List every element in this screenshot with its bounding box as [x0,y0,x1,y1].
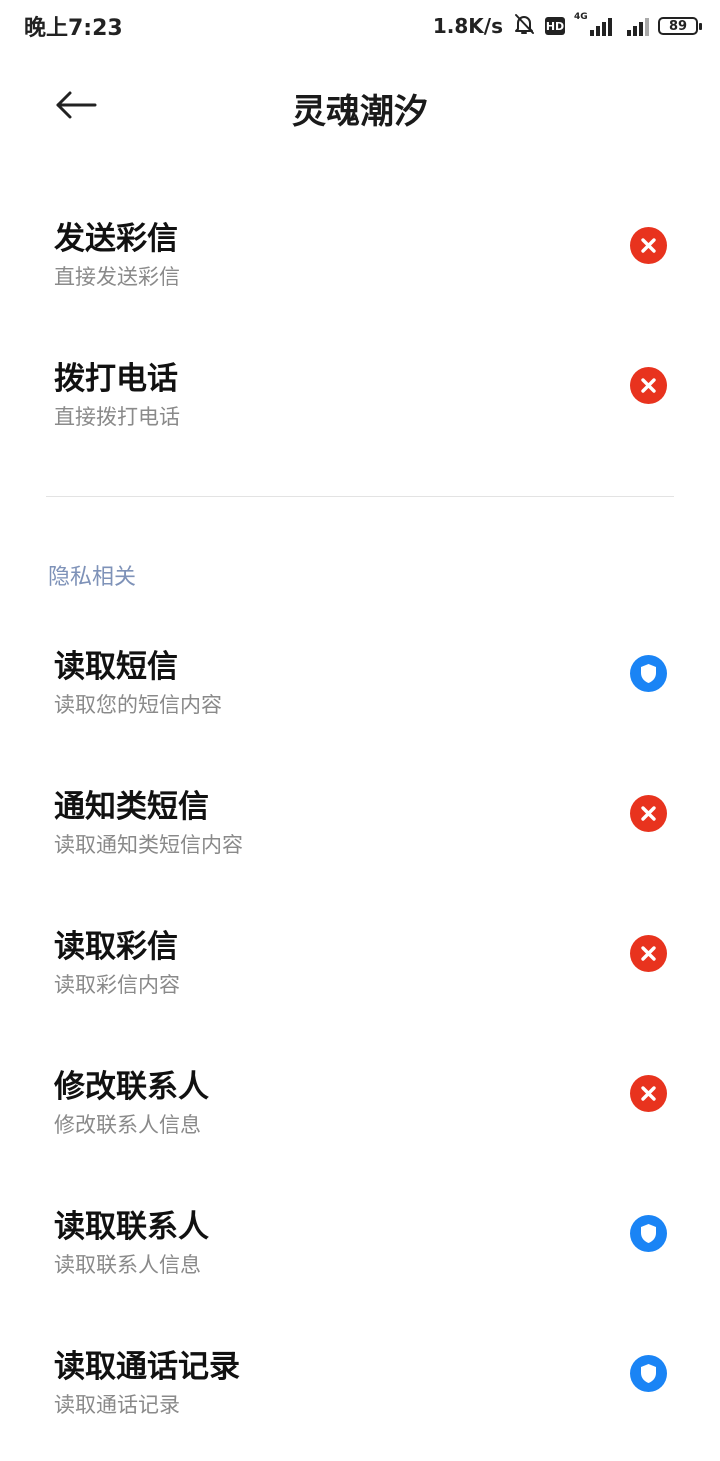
permission-subtitle: 读取彩信内容 [54,973,180,997]
battery-icon: 89 [658,17,702,35]
header: 灵魂潮汐 [0,60,720,150]
shield-icon[interactable] [630,1355,667,1392]
deny-icon[interactable] [630,795,667,832]
permission-item-read-call-log[interactable]: 读取通话记录 读取通话记录 [0,1341,720,1461]
permission-item-make-call[interactable]: 拨打电话 直接拨打电话 [0,353,720,473]
page-title: 灵魂潮汐 [292,92,428,132]
permission-item-modify-contacts[interactable]: 修改联系人 修改联系人信息 [0,1061,720,1181]
permission-subtitle: 直接拨打电话 [54,405,180,429]
section-title-privacy: 隐私相关 [48,565,137,590]
network-generation: 4G [574,12,588,22]
shield-icon[interactable] [630,1215,667,1252]
permission-title: 读取彩信 [54,929,178,965]
deny-icon[interactable] [630,227,667,264]
permission-subtitle: 读取联系人信息 [54,1253,201,1277]
permission-subtitle: 修改联系人信息 [54,1113,201,1137]
network-speed: 1.8K/s [432,14,503,38]
signal-icon-secondary [621,14,649,38]
signal-icon: 4G [574,12,612,38]
permission-subtitle: 读取您的短信内容 [54,693,222,717]
section-divider [46,496,674,497]
permission-item-notification-sms[interactable]: 通知类短信 读取通知类短信内容 [0,781,720,901]
status-indicators: 1.8K/s HD 4G 89 [432,10,702,42]
permission-title: 读取通话记录 [54,1349,240,1385]
permission-item-read-contacts[interactable]: 读取联系人 读取联系人信息 [0,1201,720,1321]
permission-item-read-mms[interactable]: 读取彩信 读取彩信内容 [0,921,720,1041]
permission-item-read-sms[interactable]: 读取短信 读取您的短信内容 [0,641,720,761]
status-time: 晚上7:23 [24,16,123,41]
permission-title: 通知类短信 [54,789,209,825]
permission-item-send-mms[interactable]: 发送彩信 直接发送彩信 [0,213,720,333]
shield-icon[interactable] [630,655,667,692]
deny-icon[interactable] [630,935,667,972]
deny-icon[interactable] [630,367,667,404]
mute-bell-icon [512,12,536,40]
status-bar: 晚上7:23 1.8K/s HD 4G 89 [0,0,720,52]
permission-title: 读取短信 [54,649,178,685]
permission-subtitle: 读取通知类短信内容 [54,833,243,857]
permission-title: 读取联系人 [54,1209,209,1245]
permission-title: 发送彩信 [54,221,178,257]
hd-icon: HD [545,17,565,35]
permission-title: 修改联系人 [54,1069,209,1105]
permission-subtitle: 读取通话记录 [54,1393,180,1417]
deny-icon[interactable] [630,1075,667,1112]
permission-subtitle: 直接发送彩信 [54,265,180,289]
permission-title: 拨打电话 [54,361,178,397]
